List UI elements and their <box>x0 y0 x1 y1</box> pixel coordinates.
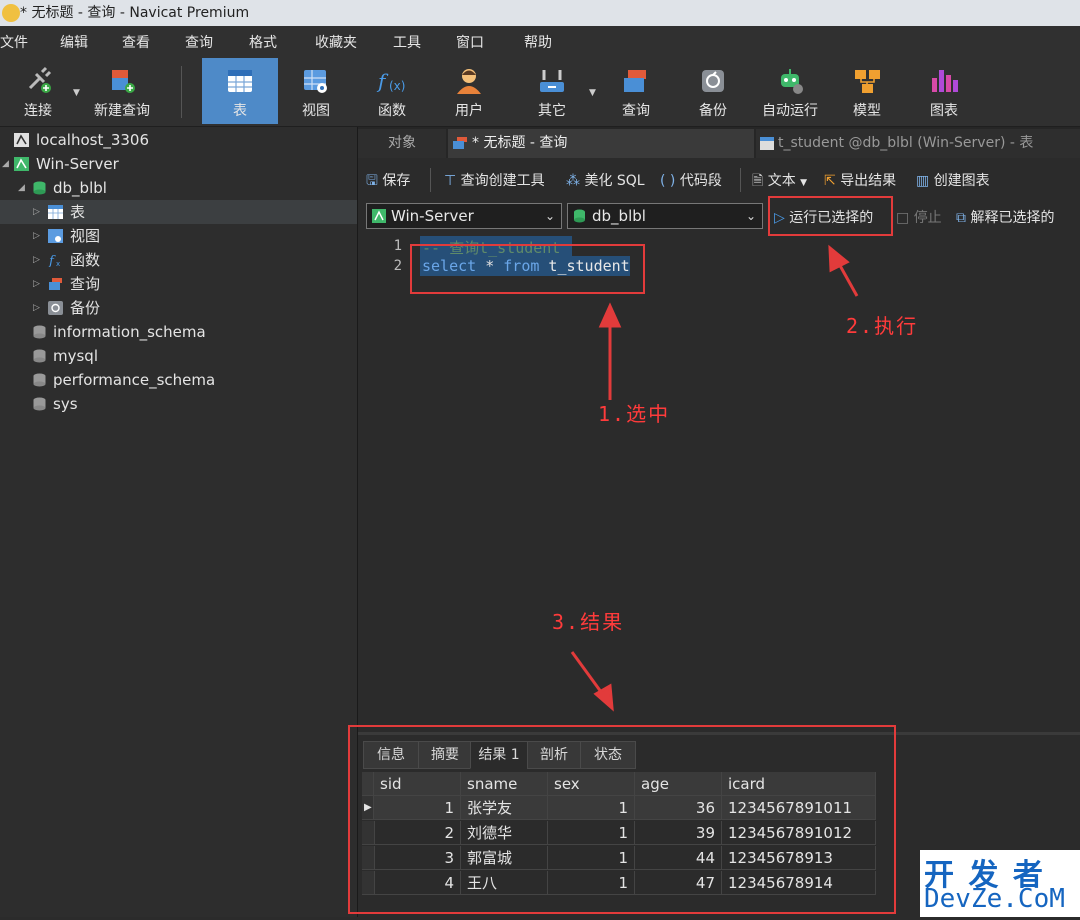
annotation-arrows <box>570 244 859 712</box>
annotation-label-result: 3.结果 <box>552 610 625 634</box>
arrow-head-icon <box>828 244 850 273</box>
arrow-head-icon <box>598 302 622 328</box>
annotation-label-execute: 2.执行 <box>846 314 919 338</box>
arrow-to-run <box>836 261 859 297</box>
arrow-to-results <box>570 651 606 697</box>
annotation-label-select: 1.选中 <box>598 402 671 426</box>
watermark: 开 发 者 DevZe.CoM <box>920 850 1080 917</box>
